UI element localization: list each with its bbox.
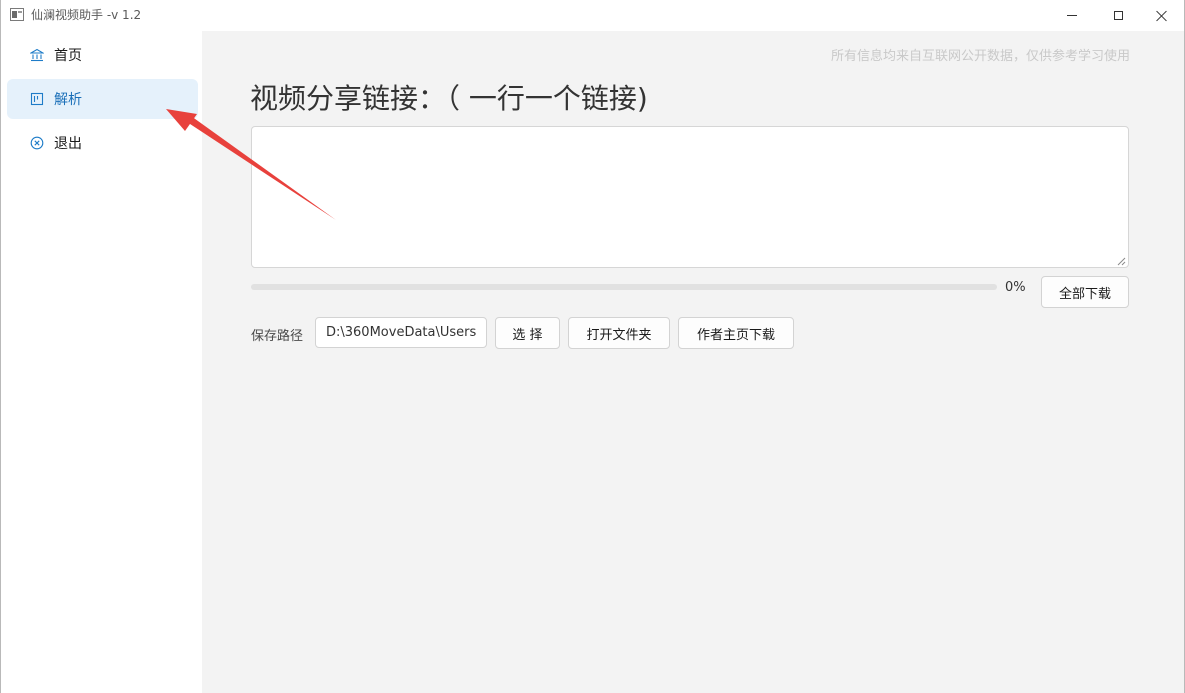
save-path-label: 保存路径 (251, 329, 304, 344)
sidebar-item-label: 首页 (54, 48, 82, 64)
close-circle-icon (30, 136, 44, 150)
sidebar-item-parse[interactable]: 解析 (7, 79, 198, 119)
close-window-button[interactable] (1139, 0, 1184, 31)
sidebar-item-exit[interactable]: 退出 (7, 123, 198, 163)
progress-percent: 0% (1005, 280, 1026, 295)
video-links-textarea[interactable] (251, 126, 1129, 268)
download-progress-bar (251, 284, 997, 290)
title-bar: 仙澜视频助手 -v 1.2 (1, 0, 1184, 31)
page-title: 视频分享链接：（ 一行一个链接) (250, 82, 648, 115)
maximize-button[interactable] (1095, 0, 1141, 31)
close-icon (1156, 10, 1168, 22)
window-title: 仙澜视频助手 -v 1.2 (31, 8, 142, 22)
choose-path-button[interactable]: 选 择 (495, 317, 560, 349)
disclaimer-text: 所有信息均来自互联网公开数据，仅供参考学习使用 (830, 49, 1130, 64)
panel-icon (30, 92, 44, 106)
author-homepage-download-button[interactable]: 作者主页下载 (678, 317, 794, 349)
app-icon (10, 8, 24, 21)
sidebar: 首页 解析 退出 (1, 31, 202, 693)
app-window: 仙澜视频助手 -v 1.2 首页 解析 退出 所有信息均来自互联网公开数据，仅供… (0, 0, 1185, 693)
sidebar-item-home[interactable]: 首页 (7, 35, 198, 75)
maximize-icon (1113, 11, 1123, 20)
resize-grip-icon[interactable] (1117, 257, 1126, 266)
sidebar-item-label: 退出 (54, 136, 82, 152)
sidebar-item-label: 解析 (54, 92, 82, 108)
bank-icon (30, 48, 44, 62)
open-folder-button[interactable]: 打开文件夹 (568, 317, 670, 349)
minimize-button[interactable] (1049, 0, 1095, 31)
main-panel: 所有信息均来自互联网公开数据，仅供参考学习使用 视频分享链接：（ 一行一个链接)… (202, 31, 1184, 693)
download-all-button[interactable]: 全部下载 (1041, 276, 1129, 308)
minimize-icon (1067, 15, 1077, 16)
save-path-input[interactable] (315, 317, 487, 348)
